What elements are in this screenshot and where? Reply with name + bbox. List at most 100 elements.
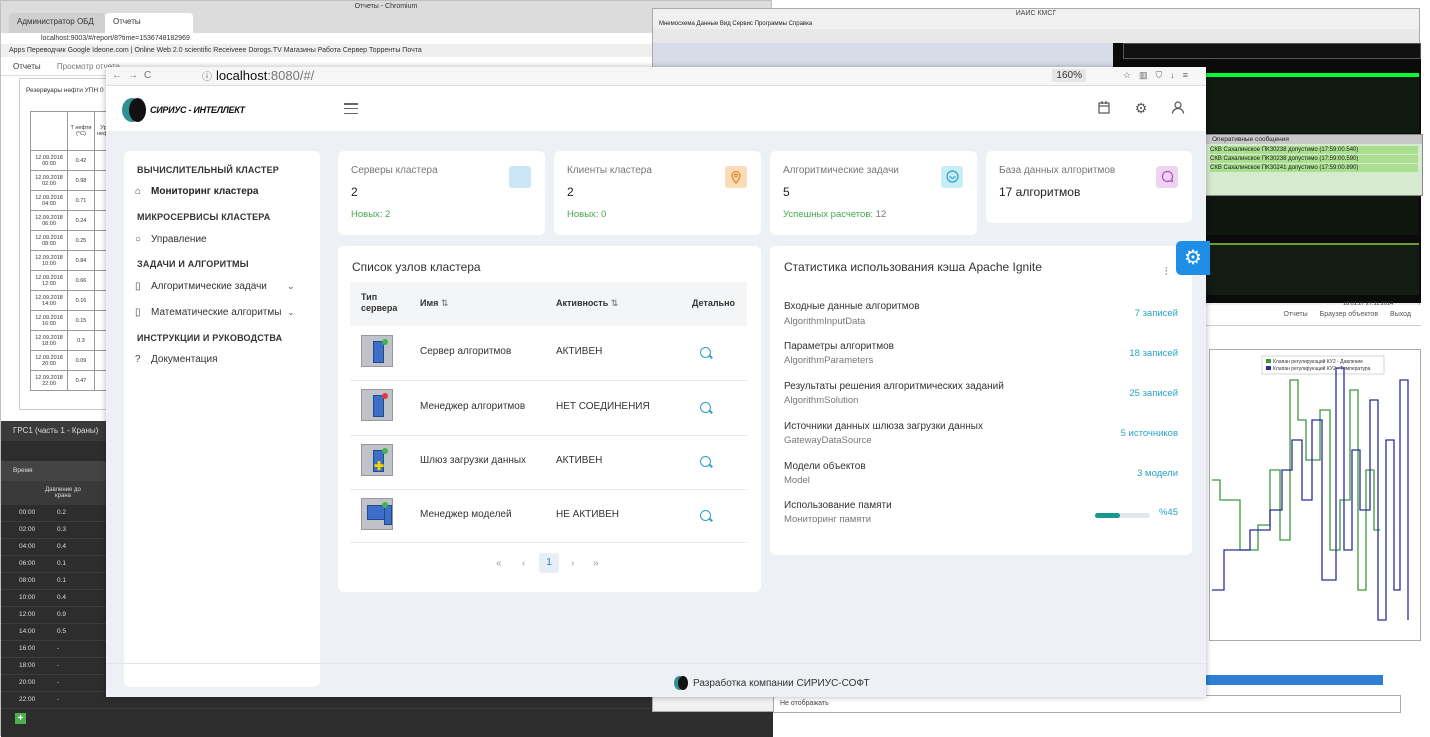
row-divider — [350, 380, 747, 381]
report-table: Т нефти (°C) Ур нефт 12.09.2018 00:00 0.42 1… — [30, 111, 114, 391]
calendar-icon[interactable] — [1096, 100, 1112, 116]
cache-item-value[interactable]: 25 записей — [1129, 388, 1178, 399]
cache-item-value[interactable]: 5 источников — [1121, 428, 1178, 439]
report-cell-value: 0.16 — [67, 290, 95, 311]
pagination-page-current[interactable]: 1 — [539, 553, 559, 573]
settings-fab-gear-icon[interactable]: ⚙ — [1176, 241, 1210, 275]
report-cell-value: 0.3 — [67, 330, 95, 351]
stat-label: Клиенты кластера — [567, 165, 652, 176]
operative-messages-title: Оперативные сообщения — [1206, 135, 1422, 144]
cache-item-value[interactable]: 7 записей — [1135, 308, 1178, 319]
col-server-type: Тип сервера — [361, 292, 398, 313]
report-col-header: Т нефти (°C) — [67, 111, 95, 151]
scada-menu-bar[interactable]: Мнемосхема Данные Вид Сервис Программы С… — [653, 19, 1419, 29]
scada-clock: 18:01:27 27.11.2014 — [1343, 301, 1394, 307]
node-status: НЕ АКТИВЕН — [556, 509, 620, 520]
operative-messages-panel[interactable]: Оперативные сообщения СКВ Сахалинское ПК… — [1205, 134, 1423, 196]
scada-nav-reports[interactable]: Отчеты — [1283, 311, 1307, 318]
settings-gear-icon[interactable]: ⚙ — [1133, 100, 1149, 116]
node-name: Менеджер моделей — [420, 509, 512, 520]
search-icon[interactable] — [700, 402, 711, 413]
cluster-nodes-card: Список узлов кластера Тип сервера Имя ⇅ … — [338, 246, 761, 592]
dark-cell-value: 0.4 — [57, 594, 67, 601]
stat-card-servers[interactable]: Серверы кластера 2 Новых: 2 — [338, 151, 545, 235]
table-row: 12.09.2018 12:00 0.66 — [30, 270, 114, 291]
pagination-first[interactable]: « — [496, 558, 502, 569]
zoom-level[interactable]: 160% — [1052, 69, 1086, 82]
dark-cell-time: 12:00 — [19, 611, 36, 618]
cache-item-value[interactable]: 3 модели — [1137, 468, 1178, 479]
cache-item-label: Входные данные алгоритмов — [784, 301, 920, 312]
scada-nav-browser[interactable]: Браузер объектов — [1320, 311, 1378, 318]
report-title: Резервуары нефти УПН 0 — [26, 87, 104, 94]
user-icon[interactable] — [1170, 100, 1186, 116]
table-row: 12.09.2018 16:00 0.15 — [30, 310, 114, 331]
pagination-prev[interactable]: ‹ — [522, 558, 525, 569]
browser-extension-icons[interactable]: ☆▥⛉↓≡ — [1123, 70, 1196, 81]
sidebar-item-documentation[interactable]: ? Документация — [135, 354, 218, 365]
scada-nav-exit[interactable]: Выход — [1390, 311, 1411, 318]
menu-toggle-button[interactable] — [344, 103, 358, 115]
hamburger-icon — [344, 103, 358, 105]
cache-item-value[interactable]: 18 записей — [1129, 348, 1178, 359]
list-item[interactable]: СКВ Сахалинское ПКЗ0238 допустимо (17:59… — [1210, 146, 1418, 154]
stat-value: 17 алгоритмов — [999, 185, 1081, 199]
add-icon[interactable]: + — [15, 713, 26, 724]
home-icon: ⌂ — [135, 186, 142, 197]
report-cell-value: 0.24 — [67, 210, 95, 231]
report-cell-date: 12.09.2018 00:00 — [30, 150, 68, 171]
pagination-next[interactable]: › — [571, 558, 574, 569]
col-name[interactable]: Имя ⇅ — [420, 298, 448, 309]
browser-nav-buttons[interactable]: ←→C — [112, 70, 157, 81]
sidebar-item-math-algorithms[interactable]: ▯ Математические алгоритмы ⌄ — [135, 307, 315, 318]
report-cell-date: 12.09.2018 10:00 — [30, 250, 68, 271]
legend-pressure: Клапан регулирующий КУ2 - Давление — [1273, 358, 1363, 365]
cache-item-label: Источники данных шлюза загрузки данных — [784, 421, 983, 432]
dark-cell-time: 04:00 — [19, 543, 36, 550]
stat-card-algorithms-db[interactable]: База данных алгоритмов 17 алгоритмов — [986, 151, 1192, 223]
search-icon[interactable] — [700, 510, 711, 521]
search-icon[interactable] — [700, 456, 711, 467]
background-tab-admin[interactable]: Администратор ОБД — [9, 13, 105, 33]
sidebar-section-tasks: ЗАДАЧИ И АЛГОРИТМЫ — [137, 259, 249, 269]
sidebar-item-management[interactable]: ○ Управление — [135, 234, 207, 245]
scada-display-select[interactable]: Не отображать — [773, 695, 1401, 713]
list-item[interactable]: СКВ Сахалинское ПКЗ0238 допустимо (17:59… — [1210, 155, 1418, 163]
cache-item-sub: AlgorithmInputData — [784, 316, 866, 327]
background-tab-reports[interactable]: Отчеты — [105, 13, 193, 33]
list-item[interactable]: СКВ Сахалинское ПКЗ0241 допустимо (17:59… — [1210, 164, 1418, 172]
gateway-node-icon: ✚ — [361, 444, 393, 476]
dark-cell-value: - — [57, 679, 60, 686]
cluster-nodes-title: Список узлов кластера — [352, 260, 481, 274]
pagination-last[interactable]: » — [593, 558, 599, 569]
sidebar-item-monitoring[interactable]: ⌂ Мониторинг кластера — [135, 186, 258, 197]
report-cell-value: 0.15 — [67, 310, 95, 331]
reports-menu[interactable]: Отчеты — [13, 62, 41, 71]
footer-company[interactable]: СИРИУС-СОФТ — [796, 678, 869, 689]
col-activity[interactable]: Активность ⇅ — [556, 298, 618, 309]
table-row: 12.09.2018 02:00 0.98 — [30, 170, 114, 191]
search-icon[interactable] — [700, 347, 711, 358]
report-cell-value: 0.84 — [67, 250, 95, 271]
report-cell-date: 12.09.2018 16:00 — [30, 310, 68, 331]
report-cell-value: 0.71 — [67, 190, 95, 211]
stat-card-clients[interactable]: Клиенты кластера 2 Новых: 0 — [554, 151, 761, 235]
app-logo[interactable]: СИРИУС - ИНТЕЛЛЕКТ — [122, 98, 245, 122]
cache-item-label: Параметры алгоритмов — [784, 341, 894, 352]
scada-toolbar[interactable] — [653, 29, 1419, 44]
sidebar-item-label: Управление — [151, 234, 207, 245]
dark-cell-time: 20:00 — [19, 679, 36, 686]
address-bar[interactable]: ⓘ localhost:8080/#/ — [202, 68, 314, 83]
more-vertical-icon[interactable]: · · · — [1164, 263, 1168, 280]
sidebar-section-microservices: МИКРОСЕРВИСЫ КЛАСТЕРА — [137, 212, 271, 222]
stat-sub: Успешных расчетов: 12 — [783, 209, 886, 220]
info-icon: ⓘ — [202, 72, 212, 83]
chevron-down-icon: ⌄ — [287, 307, 295, 317]
sidebar-item-algorithmic-tasks[interactable]: ▯ Алгоритмические задачи ⌄ — [135, 281, 315, 292]
sidebar-item-label: Документация — [151, 354, 218, 365]
row-divider — [350, 489, 747, 490]
scada-window-title: ИАИС КМСГ — [1015, 10, 1057, 17]
stat-card-algorithmic-tasks[interactable]: Алгоритмические задачи 5 Успешных расчет… — [770, 151, 977, 235]
nodes-table-header — [350, 282, 747, 326]
node-status: АКТИВЕН — [556, 346, 603, 357]
